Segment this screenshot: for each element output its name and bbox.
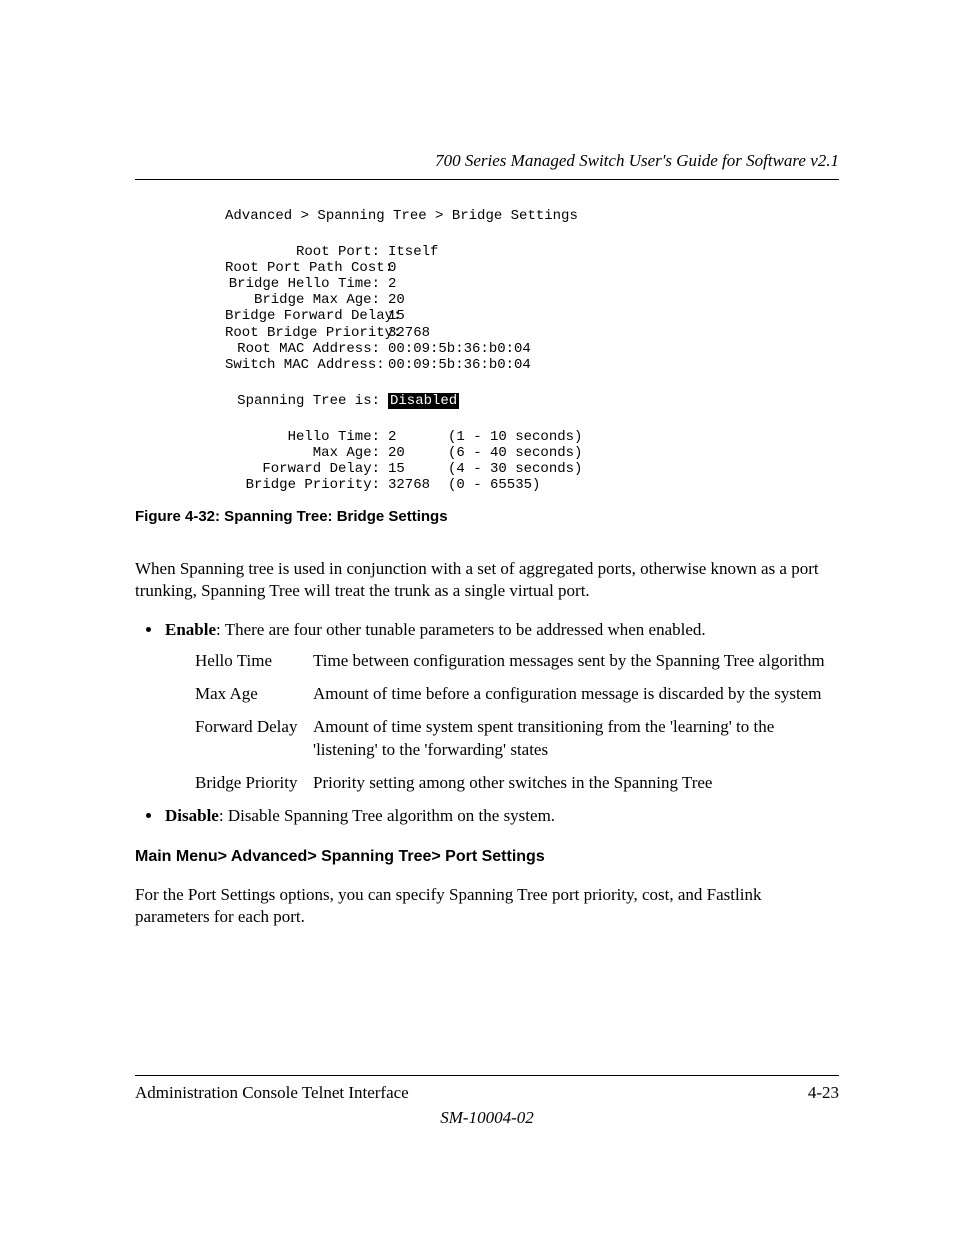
section-heading: Main Menu> Advanced> Spanning Tree> Port… [135,846,839,868]
footer-left: Administration Console Telnet Interface [135,1082,409,1105]
info-value: 20 [388,292,405,308]
footer-doc-id: SM-10004-02 [135,1107,839,1130]
info-label: Bridge Forward Delay: [225,308,388,324]
enable-label: Enable [165,620,216,639]
tunable-value: 2 [388,429,448,445]
info-value: Itself [388,244,438,260]
info-label: Bridge Max Age: [225,292,388,308]
tunable-value: 32768 [388,477,448,493]
param-row: Forward Delay Amount of time system spen… [195,716,839,762]
param-name: Forward Delay [195,716,313,762]
disable-text: : Disable Spanning Tree algorithm on the… [219,806,555,825]
info-label: Root Port Path Cost: [225,260,388,276]
footer-page-number: 4-23 [808,1082,839,1105]
info-label: Root MAC Address: [225,341,388,357]
tunable-label: Bridge Priority: [225,477,388,493]
bullet-list: Enable: There are four other tunable par… [135,619,839,828]
param-desc: Amount of time system spent transitionin… [313,716,839,762]
info-value: 32768 [388,325,430,341]
tunable-range: (6 - 40 seconds) [448,445,582,461]
param-row: Max Age Amount of time before a configur… [195,683,839,706]
param-desc: Priority setting among other switches in… [313,772,839,795]
running-header: 700 Series Managed Switch User's Guide f… [135,150,839,173]
info-label: Root Bridge Priority: [225,325,388,341]
page: 700 Series Managed Switch User's Guide f… [0,0,954,1235]
disable-label: Disable [165,806,219,825]
info-label: Bridge Hello Time: [225,276,388,292]
tunable-label: Max Age: [225,445,388,461]
info-label: Switch MAC Address: [225,357,388,373]
enable-text: : There are four other tunable parameter… [216,620,706,639]
param-desc: Amount of time before a configuration me… [313,683,839,706]
tunable-label: Hello Time: [225,429,388,445]
tunable-range: (1 - 10 seconds) [448,429,582,445]
param-desc: Time between configuration messages sent… [313,650,839,673]
info-label: Root Port: [225,244,388,260]
param-name: Max Age [195,683,313,706]
info-value: 00:09:5b:36:b0:04 [388,357,531,373]
header-rule [135,179,839,180]
status-value: Disabled [388,393,459,409]
tunable-value: 15 [388,461,448,477]
figure-caption: Figure 4-32: Spanning Tree: Bridge Setti… [135,507,839,527]
info-value: 15 [388,308,405,324]
tunable-range: (4 - 30 seconds) [448,461,582,477]
param-name: Hello Time [195,650,313,673]
status-label: Spanning Tree is: [225,393,388,409]
footer-rule [135,1075,839,1076]
tunable-value: 20 [388,445,448,461]
page-footer: Administration Console Telnet Interface … [135,1075,839,1130]
list-item: Disable: Disable Spanning Tree algorithm… [163,805,839,828]
terminal-screenshot: Advanced > Spanning Tree > Bridge Settin… [225,208,839,493]
param-row: Hello Time Time between configuration me… [195,650,839,673]
info-value: 2 [388,276,396,292]
param-row: Bridge Priority Priority setting among o… [195,772,839,795]
param-name: Bridge Priority [195,772,313,795]
screenshot-breadcrumb: Advanced > Spanning Tree > Bridge Settin… [225,208,839,224]
param-table: Hello Time Time between configuration me… [195,650,839,795]
body-paragraph: For the Port Settings options, you can s… [135,884,839,930]
list-item: Enable: There are four other tunable par… [163,619,839,795]
info-value: 0 [388,260,396,276]
info-value: 00:09:5b:36:b0:04 [388,341,531,357]
body-paragraph: When Spanning tree is used in conjunctio… [135,558,839,604]
tunable-range: (0 - 65535) [448,477,540,493]
tunable-label: Forward Delay: [225,461,388,477]
